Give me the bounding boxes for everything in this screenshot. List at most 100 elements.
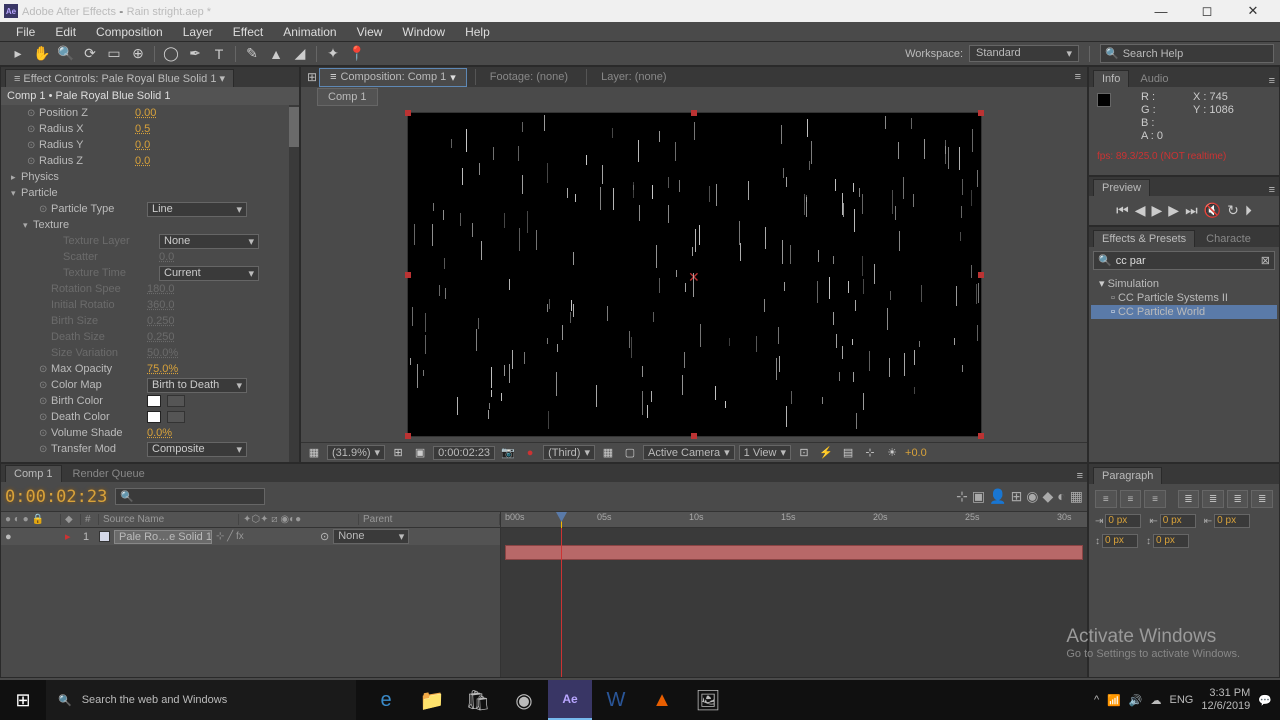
tray-lang[interactable]: ENG <box>1170 694 1194 706</box>
zoom-select[interactable]: (31.9%)▾ <box>327 445 385 460</box>
loop-button[interactable]: ↻ <box>1227 202 1239 219</box>
menu-edit[interactable]: Edit <box>45 23 86 41</box>
menu-composition[interactable]: Composition <box>86 23 173 41</box>
puppet-tool-icon[interactable]: 📍 <box>345 44 369 64</box>
shy-icon[interactable]: 👤 <box>989 488 1006 505</box>
vlc-icon[interactable]: ▲ <box>640 680 684 720</box>
property-row[interactable]: ⊙Particle TypeLine▾ <box>1 201 299 217</box>
current-time[interactable]: 0:00:02:23 <box>5 487 107 507</box>
justify-left-button[interactable]: ≣ <box>1178 490 1200 508</box>
first-frame-button[interactable]: ⏮ <box>1116 202 1129 219</box>
graph-editor-icon[interactable]: ▦ <box>1070 488 1083 505</box>
store-icon[interactable]: 🛍 <box>456 680 500 720</box>
layer-tab[interactable]: Layer: (none) <box>586 69 676 85</box>
tray-chevron-icon[interactable]: ^ <box>1094 694 1099 706</box>
panel-menu-icon[interactable]: ≡ <box>1075 71 1081 83</box>
text-tool-icon[interactable]: T <box>207 44 231 64</box>
timeline-search[interactable]: 🔍 <box>115 488 265 505</box>
effect-item-selected[interactable]: ▫ CC Particle World <box>1091 305 1277 319</box>
maximize-button[interactable]: ◻ <box>1184 0 1230 22</box>
property-row[interactable]: ⊙Birth Color <box>1 393 299 409</box>
layer-bar[interactable] <box>505 545 1083 560</box>
effect-controls-tab[interactable]: ≡ Effect Controls: Pale Royal Blue Solid… <box>5 69 234 87</box>
preview-tab[interactable]: Preview <box>1093 179 1150 196</box>
transform-handle[interactable] <box>405 110 411 116</box>
explorer-icon[interactable]: 📁 <box>410 680 454 720</box>
effect-item[interactable]: ▫ CC Particle Systems II <box>1091 291 1277 305</box>
character-tab[interactable]: Characte <box>1197 230 1260 247</box>
close-button[interactable]: ✕ <box>1230 0 1276 22</box>
edge-icon[interactable]: e <box>364 680 408 720</box>
property-row[interactable]: Texture TimeCurrent▾ <box>1 265 299 281</box>
align-right-button[interactable]: ≡ <box>1144 490 1166 508</box>
roto-tool-icon[interactable]: ✦ <box>321 44 345 64</box>
timeline-track-area[interactable]: b00s05s10s15s20s25s30s <box>501 512 1087 677</box>
indent-left-field[interactable]: 0 px <box>1105 514 1141 528</box>
auto-keyframe-icon[interactable]: ◐ <box>1057 488 1065 505</box>
view-select[interactable]: 1 View▾ <box>739 445 791 460</box>
next-frame-button[interactable]: ▶ <box>1168 202 1179 219</box>
timeline-comp-tab[interactable]: Comp 1 <box>5 465 62 482</box>
property-row[interactable]: Rotation Spee180.0 <box>1 281 299 297</box>
alpha-toggle-icon[interactable]: ▦ <box>305 445 323 461</box>
property-row[interactable]: ⊙Radius X0.5 <box>1 121 299 137</box>
transform-handle[interactable] <box>978 272 984 278</box>
menu-effect[interactable]: Effect <box>223 23 273 41</box>
exposure-value[interactable]: +0.0 <box>905 447 927 459</box>
photos-icon[interactable]: 🖼 <box>686 680 730 720</box>
last-frame-button[interactable]: ⏭ <box>1185 202 1198 219</box>
viewer[interactable]: ✕ <box>301 107 1087 442</box>
panel-menu-icon[interactable]: ≡ <box>1269 75 1275 87</box>
property-row[interactable]: ⊙Color MapBirth to Death▾ <box>1 377 299 393</box>
after-effects-icon[interactable]: Ae <box>548 680 592 720</box>
property-row[interactable]: Scatter0.0 <box>1 249 299 265</box>
property-row[interactable]: Texture LayerNone▾ <box>1 233 299 249</box>
space-after-field[interactable]: 0 px <box>1153 534 1189 548</box>
roi-icon[interactable]: ▣ <box>411 445 429 461</box>
property-row[interactable]: Birth Size0.250 <box>1 313 299 329</box>
clear-icon[interactable]: ⊠ <box>1261 254 1270 267</box>
align-center-button[interactable]: ≡ <box>1120 490 1142 508</box>
info-tab[interactable]: Info <box>1093 70 1129 87</box>
pixel-aspect-icon[interactable]: ⊡ <box>795 445 813 461</box>
mute-button[interactable]: 🔇 <box>1204 202 1221 219</box>
word-icon[interactable]: W <box>594 680 638 720</box>
draft-3d-icon[interactable]: ▣ <box>972 488 985 505</box>
parent-select[interactable]: None▾ <box>333 529 409 544</box>
taskbar-search[interactable]: 🔍Search the web and Windows <box>46 680 356 720</box>
audio-tab[interactable]: Audio <box>1131 70 1177 87</box>
menu-file[interactable]: File <box>6 23 45 41</box>
col-source[interactable]: Source Name <box>99 514 239 525</box>
tray-notifications-icon[interactable]: 💬 <box>1258 694 1272 707</box>
pen-tool-icon[interactable]: ✒ <box>183 44 207 64</box>
composition-tab[interactable]: ≡ Composition: Comp 1 ▾ <box>319 68 467 87</box>
menu-view[interactable]: View <box>347 23 393 41</box>
rotate-tool-icon[interactable]: ⟳ <box>78 44 102 64</box>
property-row[interactable]: ⊙Position Z0.00 <box>1 105 299 121</box>
indent-first-field[interactable]: 0 px <box>1160 514 1196 528</box>
zoom-tool-icon[interactable]: 🔍 <box>54 44 78 64</box>
exposure-icon[interactable]: ☀ <box>883 445 901 461</box>
layer-color-swatch[interactable] <box>99 531 110 542</box>
ram-preview-button[interactable]: ⏵ <box>1245 202 1252 219</box>
brush-tool-icon[interactable]: ✎ <box>240 44 264 64</box>
property-row[interactable]: ⊙Max Opacity75.0% <box>1 361 299 377</box>
tray-network-icon[interactable]: 📶 <box>1107 694 1121 707</box>
indent-right-field[interactable]: 0 px <box>1214 514 1250 528</box>
motion-blur-icon[interactable]: ◉ <box>1026 488 1038 505</box>
footage-tab[interactable]: Footage: (none) <box>475 69 578 85</box>
flowchart-icon[interactable]: ⊹ <box>861 445 879 461</box>
tray-volume-icon[interactable]: 🔊 <box>1129 694 1143 707</box>
menu-help[interactable]: Help <box>455 23 500 41</box>
chrome-icon[interactable]: ◉ <box>502 680 546 720</box>
frame-blend-icon[interactable]: ⊞ <box>1011 488 1023 505</box>
current-time-indicator[interactable] <box>561 528 562 677</box>
effects-presets-tab[interactable]: Effects & Presets <box>1093 230 1195 247</box>
transform-handle[interactable] <box>691 433 697 439</box>
render-queue-tab[interactable]: Render Queue <box>64 465 154 482</box>
menu-window[interactable]: Window <box>392 23 455 41</box>
hand-tool-icon[interactable]: ✋ <box>30 44 54 64</box>
snapshot-icon[interactable]: 📷 <box>499 445 517 461</box>
camera-select[interactable]: Active Camera▾ <box>643 445 735 460</box>
fast-preview-icon[interactable]: ⚡ <box>817 445 835 461</box>
